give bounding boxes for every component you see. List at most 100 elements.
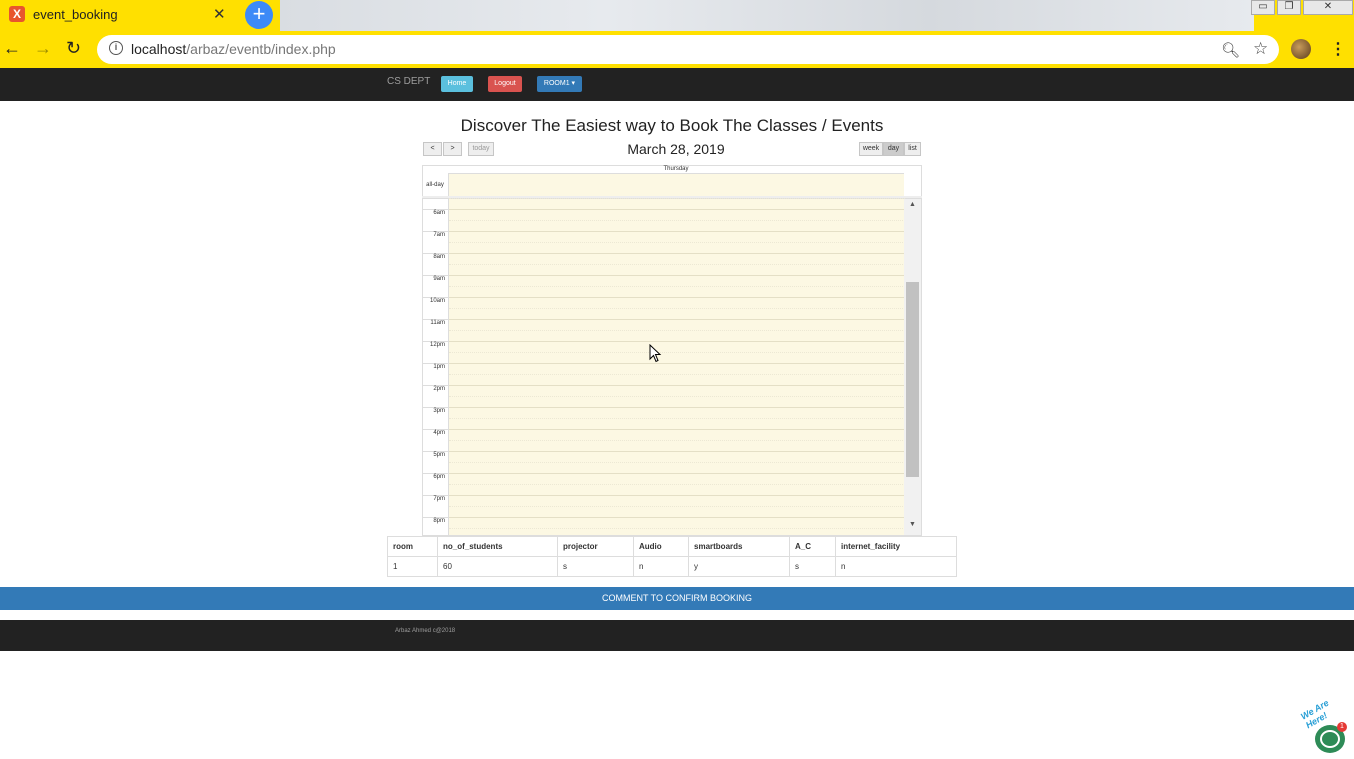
allday-label: all-day: [426, 182, 444, 188]
info-icon[interactable]: i: [109, 41, 123, 55]
time-label: 3pm: [433, 408, 445, 414]
time-label: 6pm: [433, 474, 445, 480]
url-host: localhost: [131, 41, 187, 57]
half-hour-line: [449, 440, 905, 441]
time-label: 4pm: [433, 430, 445, 436]
tab-title: event_booking: [33, 7, 118, 22]
minimize-icon[interactable]: ▭: [1251, 0, 1275, 15]
half-hour-line: [449, 506, 905, 507]
half-hour-line: [449, 484, 905, 485]
half-hour-line: [449, 374, 905, 375]
half-hour-line: [449, 352, 905, 353]
scroll-down-icon[interactable]: ▼: [906, 521, 919, 528]
zoom-icon[interactable]: 🔍︎: [1221, 41, 1240, 59]
time-label: 10am: [429, 298, 445, 304]
home-button[interactable]: Home: [441, 76, 473, 92]
table-cell: y: [688, 556, 790, 577]
hour-line: [449, 407, 905, 408]
close-window-icon[interactable]: ✕: [1303, 0, 1353, 15]
time-grid[interactable]: [448, 198, 905, 535]
half-hour-line: [449, 264, 905, 265]
hour-line: [449, 209, 905, 210]
url-text[interactable]: localhost/arbaz/eventb/index.php: [131, 41, 336, 57]
hour-line: [449, 385, 905, 386]
titlebar-background: [280, 0, 1254, 31]
table-header: internet_facility: [835, 536, 957, 557]
half-hour-line: [449, 528, 905, 529]
confirm-booking-bar[interactable]: COMMENT TO CONFIRM BOOKING: [0, 587, 1354, 610]
room-table: room no_of_students projector Audio smar…: [387, 536, 957, 577]
hour-line: [449, 429, 905, 430]
half-hour-line: [449, 462, 905, 463]
menu-icon[interactable]: ⋮: [1330, 39, 1346, 59]
close-tab-icon[interactable]: ✕: [213, 5, 226, 23]
hour-line: [449, 517, 905, 518]
footer-text: Arbaz Ahmed c@2018: [395, 628, 456, 634]
chat-bubble-icon: [1320, 730, 1340, 748]
half-hour-line: [449, 242, 905, 243]
hour-line: [449, 341, 905, 342]
table-row: 1 60 s n y s n: [387, 556, 957, 577]
hour-line: [449, 451, 905, 452]
hour-line: [449, 495, 905, 496]
half-hour-line: [449, 418, 905, 419]
calendar-date: March 28, 2019: [627, 141, 725, 157]
xampp-icon: X: [9, 6, 25, 22]
hour-line: [449, 473, 905, 474]
week-view-button[interactable]: week: [859, 142, 883, 156]
hour-line: [449, 275, 905, 276]
table-cell: n: [633, 556, 689, 577]
time-label: 6am: [433, 210, 445, 216]
table-cell: n: [835, 556, 957, 577]
half-hour-line: [449, 396, 905, 397]
time-label: 5pm: [433, 452, 445, 458]
list-view-button[interactable]: list: [904, 142, 921, 156]
profile-avatar[interactable]: [1291, 39, 1311, 59]
half-hour-line: [449, 198, 905, 199]
time-label: 12pm: [429, 342, 445, 348]
half-hour-line: [449, 330, 905, 331]
time-label: 7am: [433, 232, 445, 238]
table-header: projector: [557, 536, 634, 557]
back-icon[interactable]: ←: [3, 38, 21, 59]
day-header: Thursday: [448, 165, 904, 174]
page-title: Discover The Easiest way to Book The Cla…: [460, 116, 884, 135]
logout-button[interactable]: Logout: [488, 76, 522, 92]
mouse-cursor-icon: [649, 344, 662, 363]
time-label: 7pm: [433, 496, 445, 502]
chat-badge: 1: [1337, 722, 1347, 732]
scrollbar-thumb[interactable]: [906, 282, 919, 477]
footer: [0, 620, 1354, 651]
table-header: Audio: [633, 536, 689, 557]
table-header-row: room no_of_students projector Audio smar…: [387, 536, 957, 557]
new-tab-icon[interactable]: +: [245, 1, 273, 29]
scroll-up-icon[interactable]: ▲: [906, 201, 919, 208]
browser-tab[interactable]: X event_booking ✕: [0, 0, 237, 31]
table-header: room: [387, 536, 438, 557]
time-label: 2pm: [433, 386, 445, 392]
table-cell: 1: [387, 556, 438, 577]
reload-icon[interactable]: ↻: [66, 38, 81, 59]
table-header: A_C: [789, 536, 836, 557]
half-hour-line: [449, 286, 905, 287]
hour-line: [449, 297, 905, 298]
allday-slot[interactable]: [448, 174, 904, 196]
table-header: no_of_students: [437, 536, 558, 557]
url-path: /arbaz/eventb/index.php: [186, 41, 336, 57]
room-dropdown-button[interactable]: ROOM1 ▾: [537, 76, 582, 92]
time-label: 9am: [433, 276, 445, 282]
day-view-button[interactable]: day: [883, 142, 904, 156]
half-hour-line: [449, 308, 905, 309]
time-label: 8am: [433, 254, 445, 260]
table-cell: s: [789, 556, 836, 577]
site-navbar: [0, 68, 1354, 101]
star-icon[interactable]: ☆: [1253, 39, 1268, 59]
table-header: smartboards: [688, 536, 790, 557]
table-cell: 60: [437, 556, 558, 577]
time-label: 11am: [430, 320, 445, 326]
restore-icon[interactable]: ❐: [1277, 0, 1301, 15]
brand[interactable]: CS DEPT: [387, 76, 430, 87]
hour-line: [449, 319, 905, 320]
forward-icon[interactable]: →: [34, 38, 52, 59]
time-label: 1pm: [433, 364, 445, 370]
